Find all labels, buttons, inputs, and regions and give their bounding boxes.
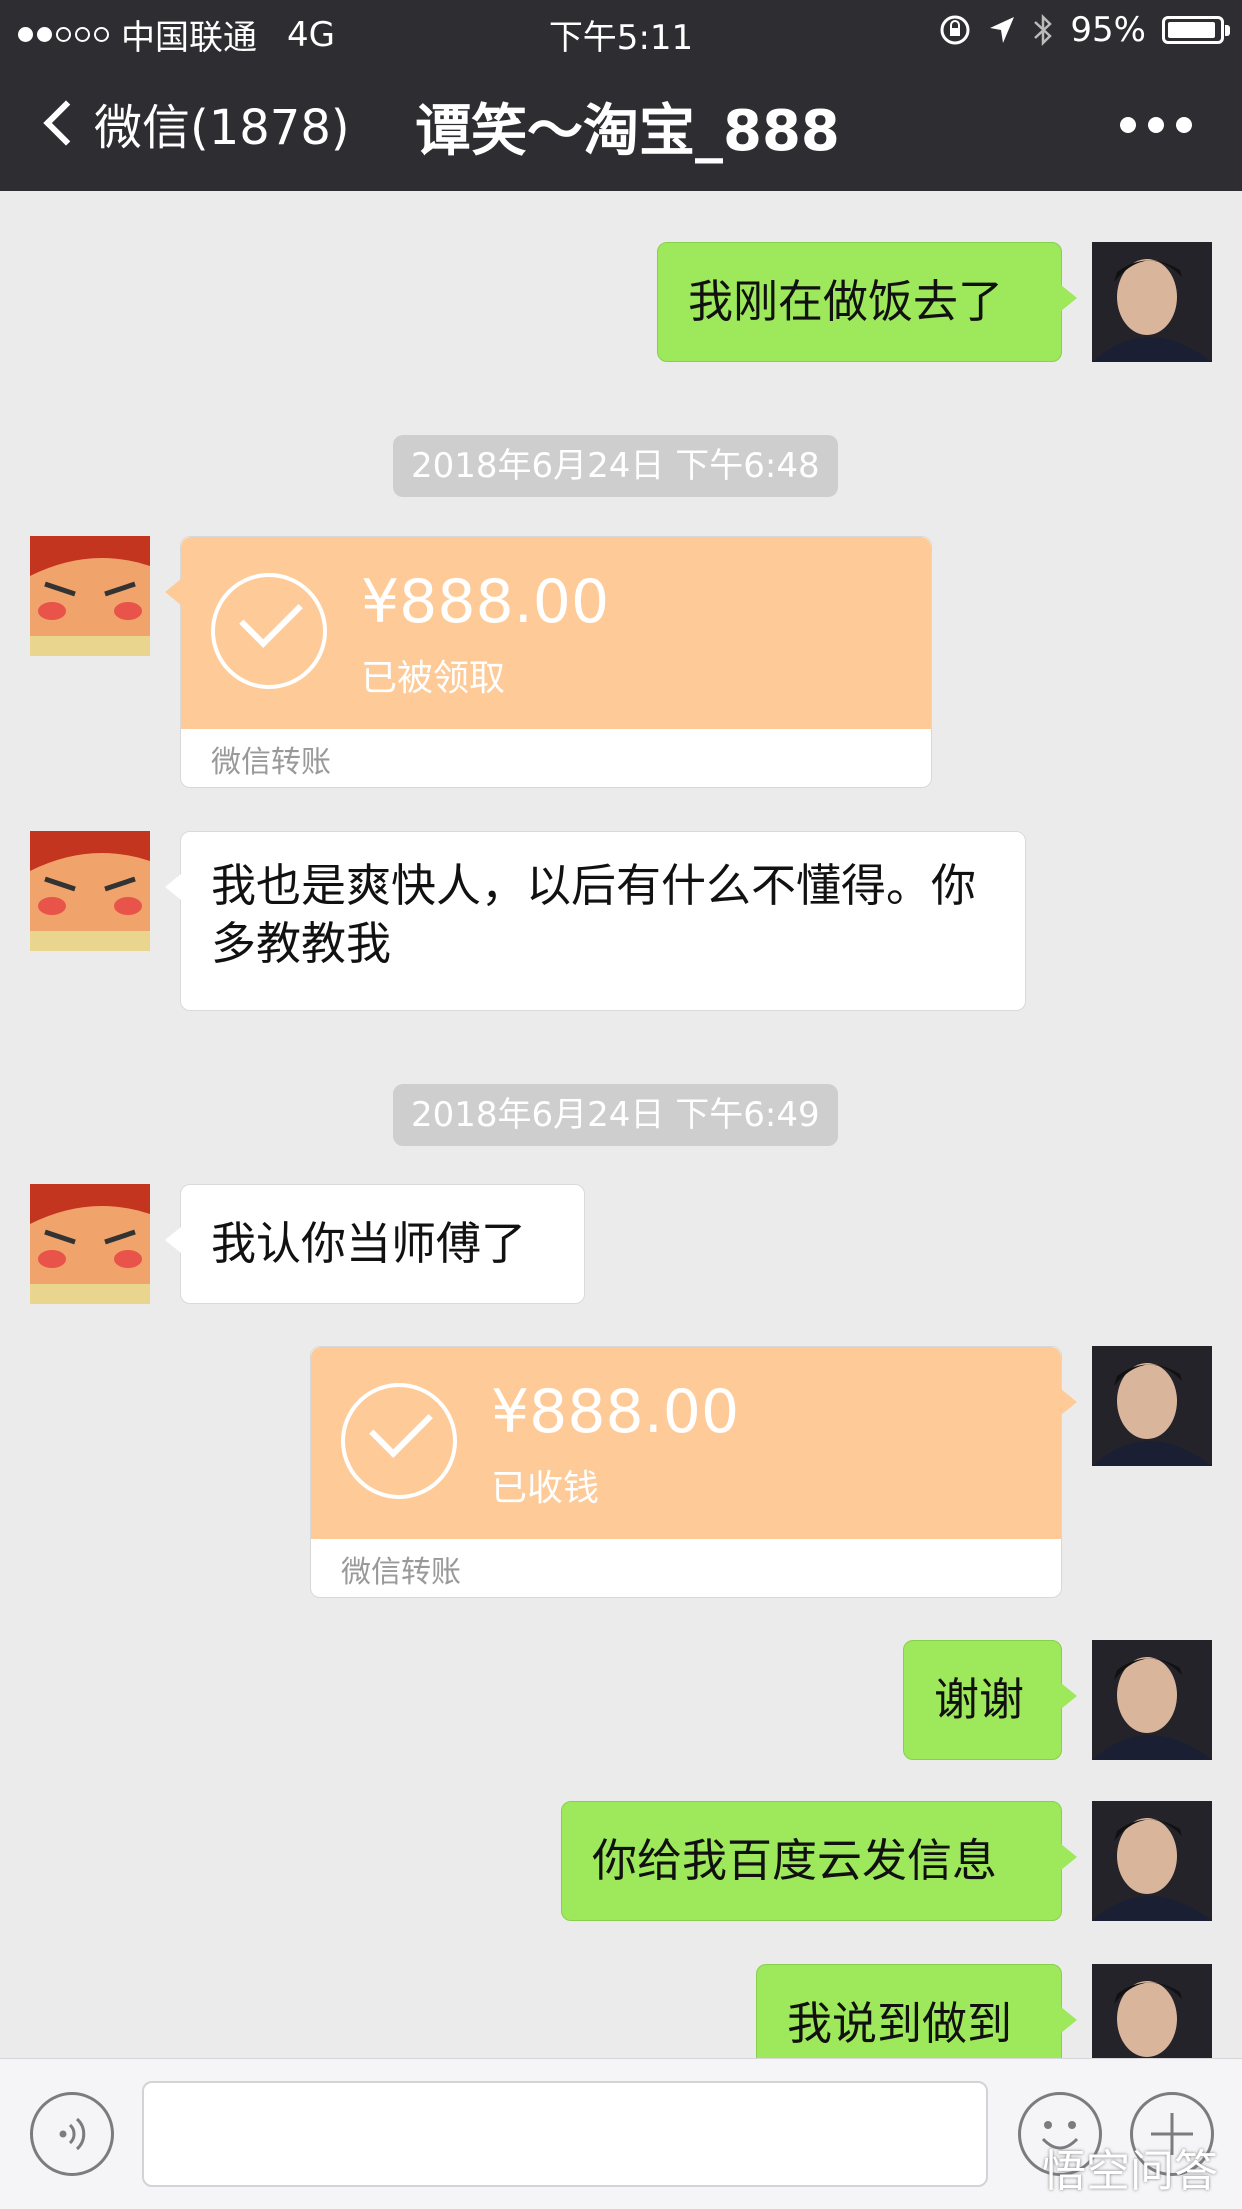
message-bubble[interactable]: 我说到做到: [756, 1964, 1077, 2058]
transfer-amount: ¥888.00: [491, 1377, 740, 1447]
timestamp: 2018年6月24日 下午6:49: [393, 1084, 838, 1146]
voice-icon: [59, 2117, 86, 2151]
message-bubble[interactable]: 你给我百度云发信息: [561, 1801, 1077, 1921]
check-circle-icon: [211, 573, 327, 689]
nav-bar: 微信(1878) 谭笑～淘宝_888: [0, 62, 1242, 191]
transfer-status: 已被领取: [361, 658, 506, 699]
battery-icon: [1162, 16, 1230, 44]
back-label: 微信(1878): [94, 100, 350, 156]
message-bubble[interactable]: 我认你当师傅了: [165, 1184, 585, 1304]
my-avatar[interactable]: [1092, 1801, 1212, 1921]
transfer-footer: 微信转账: [341, 1555, 461, 1590]
transfer-footer: 微信转账: [211, 745, 331, 780]
chat-area[interactable]: 我刚在做饭去了 2018年6月24日 下午6:48 ¥888.00 已被领取 微…: [0, 191, 1242, 2058]
check-circle-icon: [341, 1383, 457, 1499]
more-options-icon[interactable]: [1120, 117, 1192, 133]
my-avatar[interactable]: [1092, 1346, 1212, 1466]
chat-title: 谭笑～淘宝_888: [415, 99, 840, 164]
anime-avatar-icon: [30, 536, 150, 656]
watermark-logo: 悟空问答: [1042, 2146, 1218, 2197]
my-avatar[interactable]: [1092, 242, 1212, 362]
person-avatar-icon: [1092, 1801, 1212, 1921]
person-avatar-icon: [1092, 242, 1212, 362]
my-avatar[interactable]: [1092, 1964, 1212, 2058]
person-avatar-icon: [1092, 1640, 1212, 1760]
message-bubble[interactable]: 我也是爽快人，以后有什么不懂得。你多教教我: [165, 831, 1026, 1011]
location-arrow-icon: [990, 17, 1015, 43]
status-bar: 中国联通 4G 下午5:11 95%: [0, 0, 1242, 62]
message-bubble[interactable]: 谢谢: [903, 1640, 1077, 1760]
message-bubble[interactable]: 我刚在做饭去了: [657, 242, 1077, 362]
my-avatar[interactable]: [1092, 1640, 1212, 1760]
contact-avatar[interactable]: [30, 1184, 150, 1304]
message-input[interactable]: [142, 2081, 988, 2187]
transfer-card[interactable]: ¥888.00 已收钱 微信转账: [310, 1346, 1077, 1598]
transfer-amount: ¥888.00: [361, 567, 610, 637]
contact-avatar[interactable]: [30, 831, 150, 951]
voice-button[interactable]: [30, 2092, 114, 2176]
back-button[interactable]: 微信(1878): [40, 88, 350, 158]
battery-percent: 95%: [1070, 10, 1146, 50]
header: 中国联通 4G 下午5:11 95% 微信(1878) 谭笑～淘宝_888: [0, 0, 1242, 191]
transfer-card[interactable]: ¥888.00 已被领取 微信转账: [165, 536, 932, 788]
rotation-lock-icon: [940, 15, 970, 45]
anime-avatar-icon: [30, 831, 150, 951]
contact-avatar[interactable]: [30, 536, 150, 656]
person-avatar-icon: [1092, 1964, 1212, 2058]
anime-avatar-icon: [30, 1184, 150, 1304]
transfer-status: 已收钱: [491, 1468, 600, 1509]
person-avatar-icon: [1092, 1346, 1212, 1466]
chevron-left-icon: [43, 100, 89, 146]
bluetooth-icon: [1034, 13, 1053, 47]
timestamp: 2018年6月24日 下午6:48: [393, 435, 838, 497]
